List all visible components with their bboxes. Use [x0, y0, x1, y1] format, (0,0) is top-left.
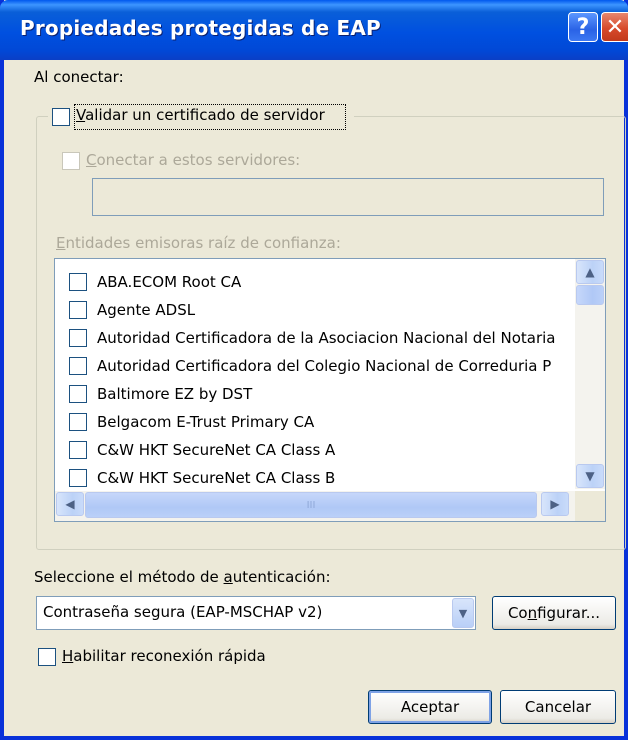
list-item-label: Agente ADSL	[97, 301, 196, 319]
help-button[interactable]: ?	[568, 12, 598, 42]
list-item[interactable]: Autoridad Certificadora del Colegio Naci…	[55, 353, 575, 381]
scroll-right-button[interactable]: ▶	[541, 492, 569, 516]
auth-method-select[interactable]: Contraseña segura (EAP-MSCHAP v2) ▼	[36, 596, 476, 630]
validate-cert-label[interactable]: Validar un certificado de servidor	[76, 106, 325, 124]
scroll-up-button[interactable]: ▲	[576, 260, 604, 284]
list-item-checkbox[interactable]	[69, 357, 87, 375]
validate-cert-checkbox[interactable]	[52, 108, 70, 126]
close-icon: ✕	[605, 14, 625, 40]
auth-method-value: Contraseña segura (EAP-MSCHAP v2)	[43, 603, 323, 621]
fast-reconnect-checkbox[interactable]	[38, 648, 56, 666]
title-bar[interactable]: Propiedades protegidas de EAP ? ✕	[0, 0, 628, 60]
list-item[interactable]: Autoridad Certificadora de la Asociacion…	[55, 325, 575, 353]
list-item-label: Belgacom E-Trust Primary CA	[97, 413, 315, 431]
eap-properties-dialog: Propiedades protegidas de EAP ? ✕ Al con…	[0, 0, 628, 740]
close-button[interactable]: ✕	[601, 12, 628, 42]
list-item-checkbox[interactable]	[69, 329, 87, 347]
list-item-checkbox[interactable]	[69, 469, 87, 487]
trusted-roots-label: Entidades emisoras raíz de confianza:	[56, 234, 341, 252]
vertical-scroll-thumb[interactable]	[576, 285, 604, 305]
chevron-left-icon: ◀	[65, 497, 75, 511]
horizontal-scroll-thumb[interactable]: III	[85, 492, 537, 518]
vertical-scrollbar[interactable]: ▲ ▼	[575, 259, 605, 489]
cancel-button[interactable]: Cancelar	[500, 690, 616, 724]
auth-method-label: Seleccione el método de autenticación:	[34, 568, 331, 586]
dropdown-arrow-button[interactable]: ▼	[452, 598, 474, 628]
list-item[interactable]: C&W HKT SecureNet CA Class B	[55, 465, 575, 493]
list-item-checkbox[interactable]	[69, 413, 87, 431]
connect-servers-label: Conectar a estos servidores:	[86, 151, 301, 169]
scroll-left-button[interactable]: ◀	[56, 492, 84, 516]
list-item-checkbox[interactable]	[69, 385, 87, 403]
list-item-label: C&W HKT SecureNet CA Class A	[97, 441, 336, 459]
chevron-right-icon: ▶	[550, 497, 560, 511]
chevron-up-icon: ▲	[585, 265, 595, 279]
list-item-label: ABA.ECOM Root CA	[97, 273, 242, 291]
list-item-label: C&W HKT SecureNet CA Class B	[97, 469, 336, 487]
trusted-roots-list[interactable]: ABA.ECOM Root CA Agente ADSL Autoridad C…	[54, 258, 606, 522]
list-item-checkbox[interactable]	[69, 441, 87, 459]
horizontal-scrollbar[interactable]: ◀ III ▶	[55, 491, 575, 521]
fast-reconnect-label[interactable]: Habilitar reconexión rápida	[62, 647, 266, 665]
chevron-down-icon: ▼	[458, 606, 468, 620]
list-item[interactable]: Agente ADSL	[55, 297, 575, 325]
scroll-corner	[575, 491, 605, 521]
chevron-down-icon: ▼	[585, 469, 595, 483]
help-icon: ?	[576, 14, 590, 40]
list-item[interactable]: C&W HKT SecureNet CA Class A	[55, 437, 575, 465]
list-item-label: Baltimore EZ by DST	[97, 385, 253, 403]
list-item[interactable]: Belgacom E-Trust Primary CA	[55, 409, 575, 437]
connect-label: Al conectar:	[34, 68, 124, 86]
servers-input[interactable]	[92, 178, 604, 216]
list-item-checkbox[interactable]	[69, 301, 87, 319]
dialog-title: Propiedades protegidas de EAP	[20, 16, 381, 40]
ok-button[interactable]: Aceptar	[368, 690, 492, 724]
configure-button[interactable]: Co n figurar...	[492, 596, 616, 630]
connect-servers-checkbox[interactable]	[62, 152, 80, 170]
list-item[interactable]: Baltimore EZ by DST	[55, 381, 575, 409]
list-item[interactable]: ABA.ECOM Root CA	[55, 269, 575, 297]
list-item-label: Autoridad Certificadora del Colegio Naci…	[97, 357, 552, 375]
scroll-down-button[interactable]: ▼	[576, 464, 604, 488]
list-item-checkbox[interactable]	[69, 273, 87, 291]
list-item-label: Autoridad Certificadora de la Asociacion…	[97, 329, 556, 347]
grip-icon: III	[306, 499, 316, 511]
